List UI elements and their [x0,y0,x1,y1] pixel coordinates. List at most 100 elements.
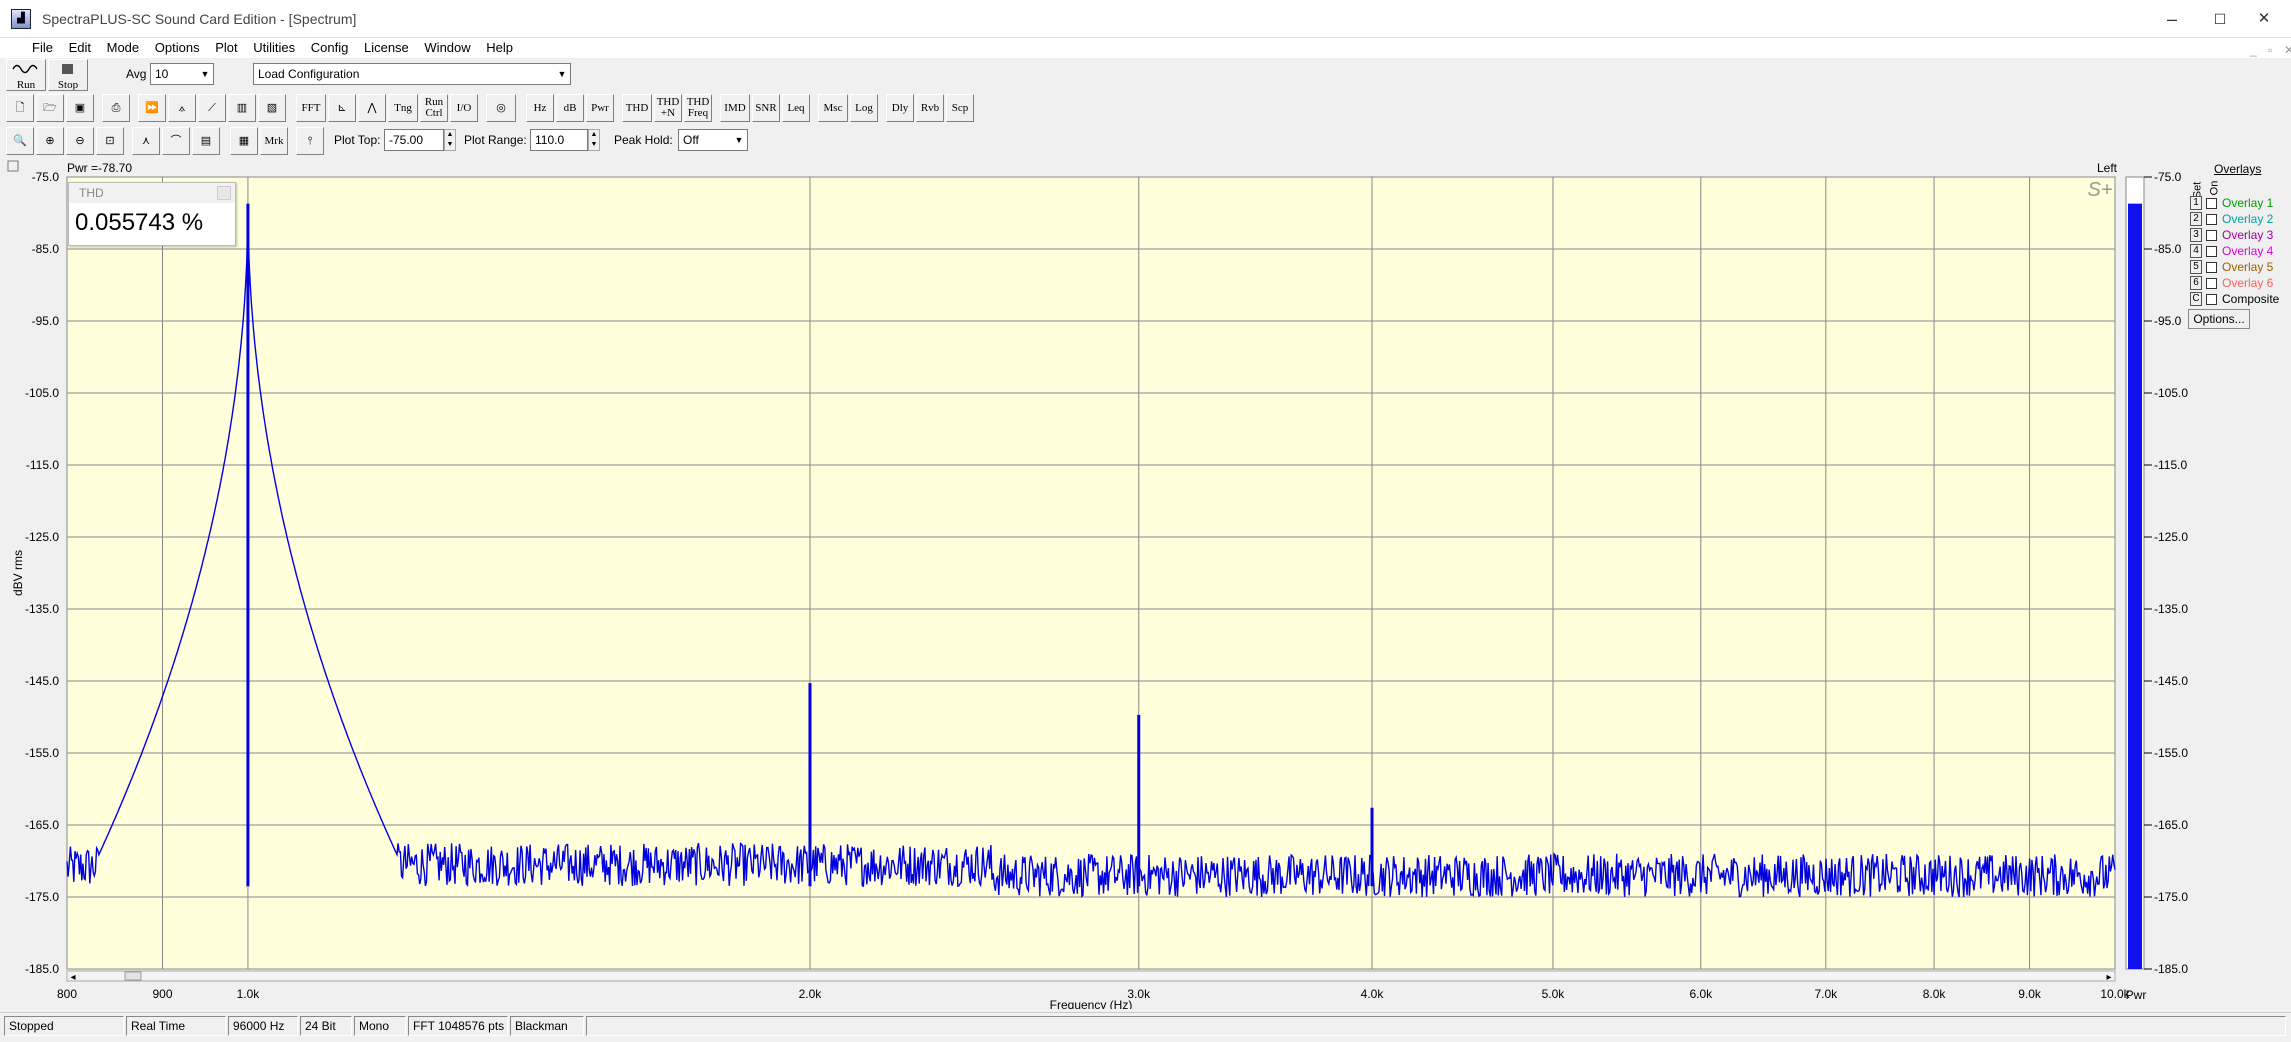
imd-button[interactable]: IMD [720,94,750,122]
dly-button[interactable]: Dly [886,94,914,122]
menu-edit[interactable]: Edit [69,38,91,58]
spectrum-window: Pwr =-78.70 Left -75.0 -85.0 -95.0 -105.0 -115… [0,159,2291,1021]
overlay-checkbox-6[interactable] [2206,278,2217,289]
overlay-checkbox-5[interactable] [2206,262,2217,273]
close-button[interactable]: ✕ [2244,6,2284,32]
overlay-checkbox-C[interactable] [2206,294,2217,305]
plot-top-input[interactable]: -75.00 [384,129,444,151]
status-sample-rate: 96000 Hz [228,1016,298,1036]
signal-generator-icon[interactable]: ◎ [486,94,516,122]
overlay-set-C[interactable]: C [2190,292,2202,306]
rvb-button[interactable]: Rvb [916,94,944,122]
pwr-button[interactable]: Pwr [586,94,614,122]
collapse-icon[interactable] [7,160,19,172]
waterfall-icon[interactable]: ▧ [258,94,286,122]
envelope-icon[interactable]: ⌒ [162,127,190,155]
toolbar-main: 🗋 🗁 ▣ ⎙ ⏩ ⟑ ⟋ ▥ ▧ FFT ⊾ ⋀ Tng Run Ctrl I… [0,92,2291,124]
overlay-set-4[interactable]: 4 [2190,244,2202,258]
hz-button[interactable]: Hz [526,94,554,122]
thd-meter[interactable]: THD 0.055743 % [68,182,236,246]
h-scrollbar[interactable] [66,970,2116,982]
avg-select[interactable]: 10 ▼ [150,63,214,85]
overlay-set-3[interactable]: 3 [2190,228,2202,242]
snr-button[interactable]: SNR [752,94,780,122]
overlay-set-5[interactable]: 5 [2190,260,2202,274]
menu-utilities[interactable]: Utilities [253,38,295,58]
save-icon[interactable]: ▣ [66,94,94,122]
overlay-checkbox-1[interactable] [2206,198,2217,209]
menu-license[interactable]: License [364,38,409,58]
leq-button[interactable]: Leq [782,94,810,122]
minimize-button[interactable]: – [2152,6,2192,32]
menu-mode[interactable]: Mode [107,38,140,58]
thd-freq-button[interactable]: THD Freq [684,94,712,122]
menu-options[interactable]: Options [155,38,200,58]
level-bar-fill [2128,203,2142,969]
maximize-button[interactable]: ☐ [2200,6,2240,32]
peak-icon[interactable]: ⋀ [358,94,386,122]
zoom-icon[interactable]: 🔍 [6,127,34,155]
plot-top-spinner[interactable]: ▲ ▼ [444,129,456,151]
zoom-full-icon[interactable]: ⊡ [96,127,124,155]
peak-hold-select[interactable]: Off ▼ [678,129,748,151]
overlay-checkbox-3[interactable] [2206,230,2217,241]
overlay-set-6[interactable]: 6 [2190,276,2202,290]
io-button[interactable]: I/O [450,94,478,122]
app-icon[interactable]: ▟ [11,9,31,29]
thd-button[interactable]: THD [622,94,652,122]
bars-icon[interactable]: ▥ [228,94,256,122]
level-bar-tick-label: -115.0 [2154,458,2187,472]
plot-range-input[interactable]: 110.0 [530,129,588,151]
fast-forward-icon[interactable]: ⏩ [138,94,166,122]
thd-n-button[interactable]: THD +N [654,94,682,122]
overlay-options-button[interactable]: Options... [2188,309,2250,329]
spectrum-plot[interactable]: Pwr =-78.70 Left -75.0 -85.0 -95.0 -105.0 -115… [0,159,2291,1021]
new-file-icon[interactable]: 🗋 [6,94,34,122]
log-button[interactable]: Log [850,94,878,122]
menu-window[interactable]: Window [424,38,470,58]
run-ctrl-button[interactable]: Run Ctrl [420,94,448,122]
avg-value: 10 [155,67,169,81]
thd-close-icon[interactable] [217,186,231,200]
axis-icon[interactable]: ⊾ [328,94,356,122]
run-button[interactable]: Run [6,59,46,91]
scroll-right-icon: ▸ [2106,972,2111,983]
mrk-button[interactable]: Mrk [260,127,288,155]
mdi-restore-button[interactable]: ▫ [2268,40,2272,60]
msc-button[interactable]: Msc [818,94,848,122]
db-button[interactable]: dB [556,94,584,122]
status-window: Blackman [510,1016,584,1036]
histogram-icon[interactable]: ▤ [192,127,220,155]
x-tick-label: 900 [152,987,172,1001]
print-icon[interactable]: ⎙ [102,94,130,122]
overlay-set-1[interactable]: 1 [2190,196,2202,210]
menu-plot[interactable]: Plot [215,38,237,58]
scp-button[interactable]: Scp [946,94,974,122]
tng-button[interactable]: Tng [388,94,418,122]
stop-button[interactable]: Stop [48,59,88,91]
zoom-in-2x-icon[interactable]: ⊕ [36,127,64,155]
level-bar-tick-label: -75.0 [2154,170,2182,184]
fft-button[interactable]: FFT [296,94,326,122]
plot-range-spinner[interactable]: ▲ ▼ [588,129,600,151]
overlay-checkbox-4[interactable] [2206,246,2217,257]
status-blank [586,1016,2286,1036]
mdi-minimize-button[interactable]: _ [2250,40,2257,60]
menu-help[interactable]: Help [486,38,513,58]
config-select[interactable]: Load Configuration ▼ [253,63,571,85]
mdi-close-button[interactable]: ✕ [2284,40,2291,60]
x-tick-label: 7.0k [1814,987,1838,1001]
cursor-icon[interactable]: ⫯ [296,127,324,155]
peak-shape-icon[interactable]: ⋏ [132,127,160,155]
scope-icon[interactable]: ⟑ [168,94,196,122]
zoom-out-2x-icon[interactable]: ⊖ [66,127,94,155]
y-tick-label: -95.0 [32,314,60,328]
overlay-set-2[interactable]: 2 [2190,212,2202,226]
slope-icon[interactable]: ⟋ [198,94,226,122]
h-scrollbar-thumb[interactable] [124,971,142,981]
overlay-checkbox-2[interactable] [2206,214,2217,225]
open-folder-icon[interactable]: 🗁 [36,94,64,122]
menu-file[interactable]: File [32,38,53,58]
menu-config[interactable]: Config [311,38,349,58]
table-icon[interactable]: ▦ [230,127,258,155]
